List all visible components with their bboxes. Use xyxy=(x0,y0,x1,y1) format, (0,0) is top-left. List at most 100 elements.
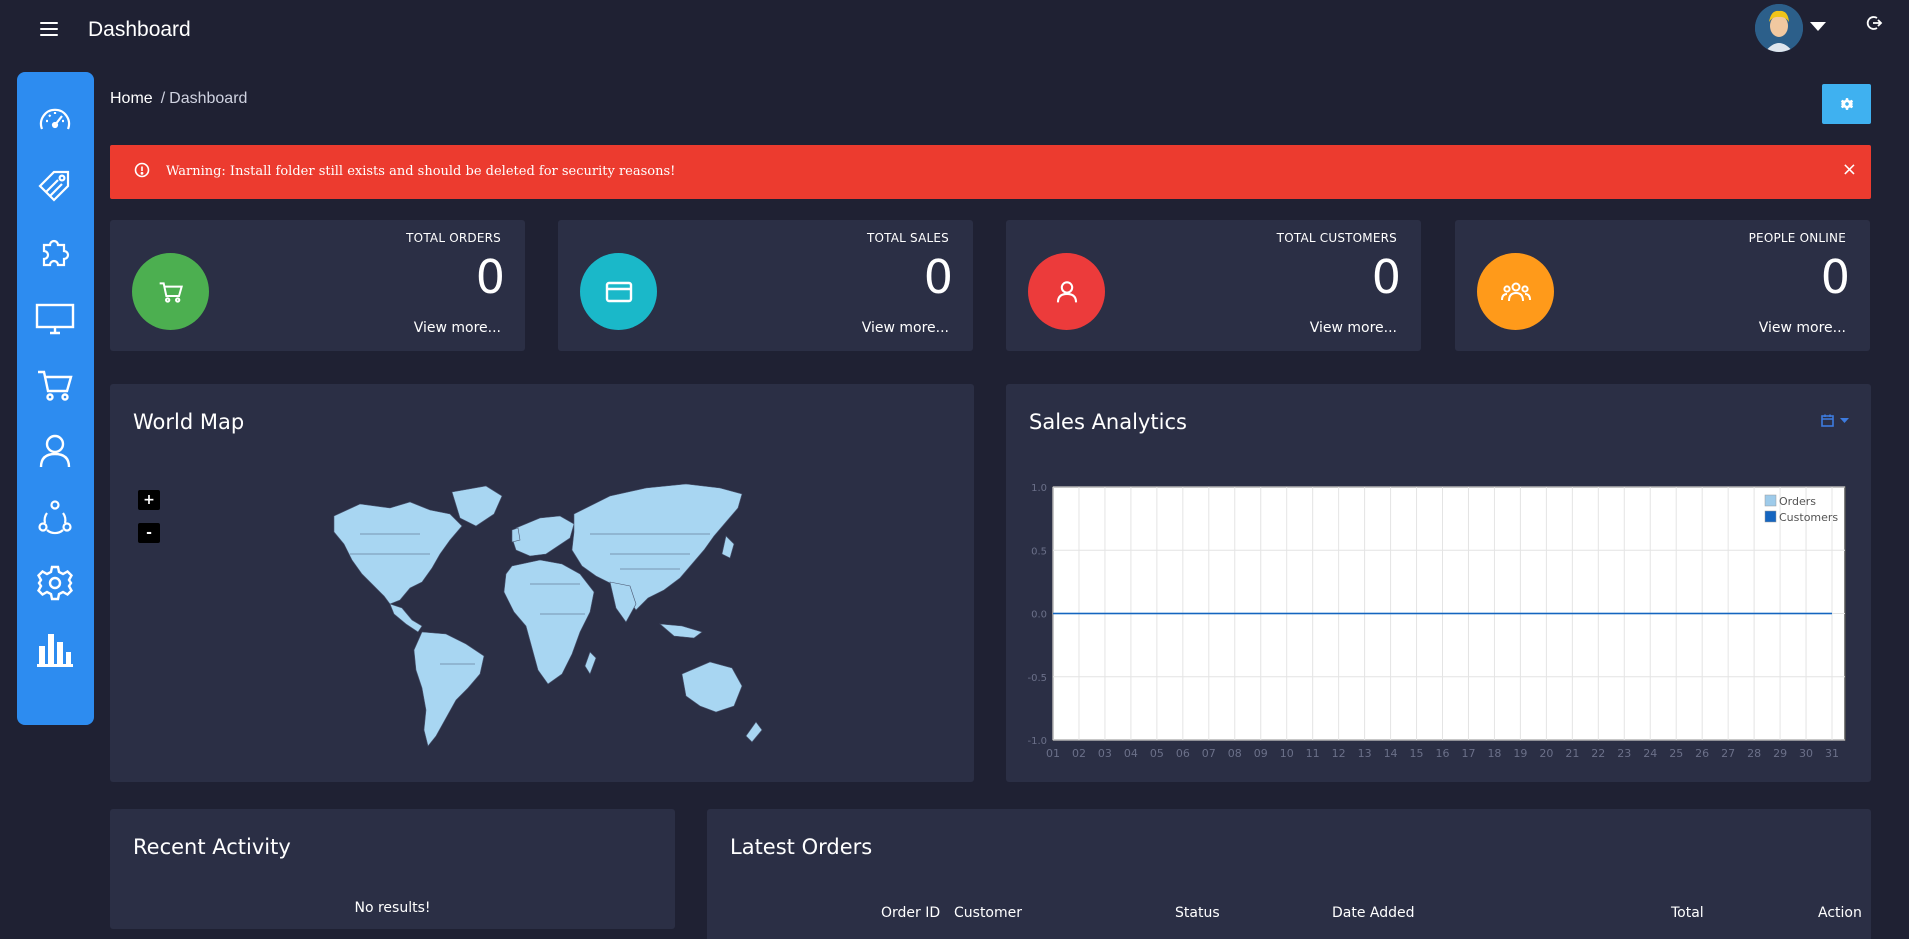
stat-label: TOTAL SALES xyxy=(866,231,949,245)
chart-tick-label-x: 26 xyxy=(1695,747,1709,760)
chart-tick-label-x: 23 xyxy=(1617,747,1631,760)
sales-chart: 01 02 03 04 05 06 07 08 09 10 11 12 13 14 15 16 17 18 19 20… xyxy=(1027,483,1846,760)
chart-tick-label-x: 25 xyxy=(1669,747,1683,760)
sales-analytics-panel: Sales Analytics 01 02 03 04 05 06 07 08 09 10 11 12… xyxy=(1006,384,1871,782)
sidebar-item-reports[interactable] xyxy=(34,628,76,670)
sidebar-item-design[interactable] xyxy=(34,298,76,340)
cart-icon xyxy=(159,281,183,303)
sidebar-item-dashboard[interactable] xyxy=(34,100,76,142)
chart-tick-label-x: 09 xyxy=(1254,747,1268,760)
share-nodes-icon xyxy=(38,500,72,535)
latest-orders-panel: Latest Orders Order ID Customer Status D… xyxy=(707,809,1871,939)
user-icon xyxy=(1056,280,1077,302)
map-zoom-in-button[interactable]: + xyxy=(138,490,160,510)
sidebar xyxy=(17,72,94,725)
user-icon xyxy=(39,434,71,468)
chart-tick-label-x: 14 xyxy=(1384,747,1398,760)
map-region-madagascar xyxy=(584,651,597,675)
recent-activity-panel: Recent Activity No results! xyxy=(110,809,675,929)
gear-icon xyxy=(1840,98,1853,110)
breadcrumb-separator: / xyxy=(160,90,166,107)
map-region-europe xyxy=(511,515,575,557)
gear-icon xyxy=(37,565,73,601)
chart-tick-label-x: 10 xyxy=(1280,747,1294,760)
stat-icon-circle xyxy=(1028,253,1105,330)
close-icon[interactable]: × xyxy=(1842,159,1857,180)
world-map[interactable] xyxy=(290,474,810,774)
stat-value: 0 xyxy=(1371,250,1401,304)
view-more-link[interactable]: View more... xyxy=(1759,320,1846,336)
map-region-greenland xyxy=(451,485,503,527)
avatar[interactable] xyxy=(1755,4,1803,52)
chart-tick-label-x: 05 xyxy=(1150,747,1164,760)
map-region-africa xyxy=(503,559,595,685)
page-title: Dashboard xyxy=(88,18,191,41)
chart-tick-label-x: 07 xyxy=(1202,747,1216,760)
sidebar-item-sales[interactable] xyxy=(34,364,76,406)
chart-tick-label-x: 22 xyxy=(1591,747,1605,760)
column-header-date-added[interactable]: Date Added xyxy=(1332,905,1415,921)
map-region-japan xyxy=(721,535,735,559)
panel-title: Latest Orders xyxy=(730,835,873,859)
chart-tick-label-x: 04 xyxy=(1124,747,1138,760)
breadcrumb-current: Dashboard xyxy=(169,90,248,107)
stat-card-total-sales: TOTAL SALES 0 View more... xyxy=(558,220,973,351)
developer-settings-button[interactable] xyxy=(1822,84,1871,124)
map-region-new-zealand xyxy=(745,721,763,743)
chart-tick-label-x: 08 xyxy=(1228,747,1242,760)
monitor-icon xyxy=(35,303,75,335)
chart-legend-label: Orders xyxy=(1779,495,1816,508)
chart-tick-label-x: 13 xyxy=(1358,747,1372,760)
stat-value: 0 xyxy=(1820,250,1850,304)
panel-title: World Map xyxy=(133,410,245,434)
stat-value: 0 xyxy=(923,250,953,304)
chart-tick-label-y: -0.5 xyxy=(1027,673,1047,684)
chart-legend-swatch xyxy=(1764,510,1777,523)
chart-legend-swatch xyxy=(1764,494,1777,507)
chart-tick-label-x: 03 xyxy=(1098,747,1112,760)
view-more-link[interactable]: View more... xyxy=(862,320,949,336)
map-region-south-america xyxy=(413,631,485,747)
sidebar-item-system[interactable] xyxy=(34,562,76,604)
panel-title: Recent Activity xyxy=(133,835,291,859)
breadcrumb-home-link[interactable]: Home xyxy=(110,90,153,107)
chart-tick-label-y: 0.0 xyxy=(1031,610,1047,621)
chart-tick-label-x: 16 xyxy=(1436,747,1450,760)
chart-tick-label-y: 1.0 xyxy=(1031,483,1047,494)
chart-tick-label-x: 12 xyxy=(1332,747,1346,760)
column-header-customer[interactable]: Customer xyxy=(954,905,1022,921)
map-region-asia xyxy=(571,483,743,611)
chart-tick-label-x: 18 xyxy=(1487,747,1501,760)
stat-card-total-orders: TOTAL ORDERS 0 View more... xyxy=(110,220,525,351)
chart-legend-label: Customers xyxy=(1779,511,1838,524)
map-region-australia xyxy=(681,661,743,713)
column-header-action: Action xyxy=(1818,905,1862,921)
chart-tick-label-y: -1.0 xyxy=(1027,736,1047,747)
column-header-total[interactable]: Total xyxy=(1671,905,1704,921)
chart-tick-label-x: 20 xyxy=(1539,747,1553,760)
bar-chart-icon xyxy=(37,634,73,667)
column-header-order-id[interactable]: Order ID xyxy=(881,905,940,921)
hamburger-icon[interactable] xyxy=(40,22,58,36)
chart-tick-label-x: 02 xyxy=(1072,747,1086,760)
sidebar-item-catalog[interactable] xyxy=(34,166,76,208)
tag-icon xyxy=(38,170,70,202)
breadcrumb: Home / Dashboard xyxy=(110,90,247,108)
chart-tick-label-x: 31 xyxy=(1825,747,1839,760)
stat-label: PEOPLE ONLINE xyxy=(1748,231,1846,245)
view-more-link[interactable]: View more... xyxy=(414,320,501,336)
warning-alert: Warning: Install folder still exists and… xyxy=(110,145,1871,199)
chart-tick-label-x: 28 xyxy=(1747,747,1761,760)
sidebar-item-marketing[interactable] xyxy=(34,496,76,538)
view-more-link[interactable]: View more... xyxy=(1310,320,1397,336)
chart-tick-label-x: 21 xyxy=(1565,747,1579,760)
speedometer-icon xyxy=(39,108,71,130)
sidebar-item-customers[interactable] xyxy=(34,430,76,472)
logout-icon[interactable] xyxy=(1865,14,1883,32)
sidebar-item-extensions[interactable] xyxy=(34,232,76,274)
column-header-status[interactable]: Status xyxy=(1175,905,1220,921)
map-zoom-out-button[interactable]: - xyxy=(138,523,160,543)
chevron-down-icon[interactable] xyxy=(1810,22,1826,31)
map-region-north-america xyxy=(333,501,463,605)
exclamation-circle-icon xyxy=(134,162,150,178)
